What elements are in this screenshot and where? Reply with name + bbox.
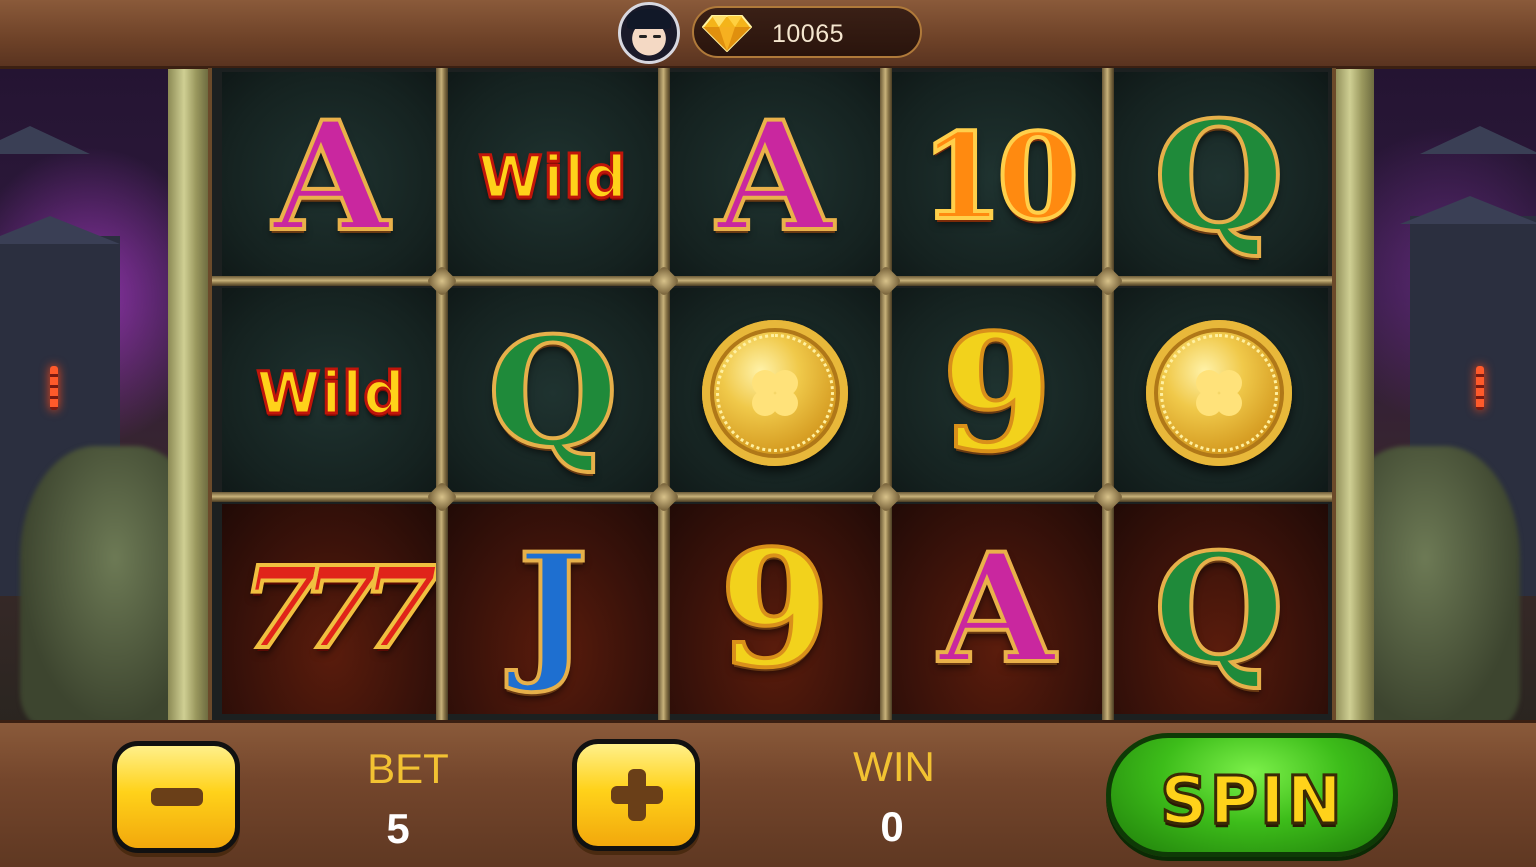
- plus-icon: [628, 769, 646, 821]
- reel-cell: Wild: [444, 72, 662, 282]
- spin-button[interactable]: SPIN: [1106, 733, 1398, 857]
- reel-cell: [666, 288, 884, 498]
- clover-icon: [752, 370, 798, 416]
- reel-cell: 777: [222, 504, 441, 714]
- symbol-10: 10: [919, 107, 1081, 246]
- gold-coin-icon: [1146, 320, 1292, 466]
- reel-cell: A: [888, 504, 1106, 714]
- symbol-wild: Wild: [255, 359, 406, 427]
- reel-cell: 9: [888, 288, 1106, 498]
- minus-icon: [151, 788, 203, 806]
- pagoda-roof-right: [1400, 196, 1536, 224]
- bet-value: 5: [386, 805, 410, 852]
- reel-cell: A: [222, 72, 440, 282]
- gold-coin-icon: [702, 320, 848, 466]
- top-bar: 10065: [0, 0, 1536, 69]
- diamond-icon: [702, 15, 752, 52]
- bamboo-divider: [212, 492, 1332, 502]
- reel-cell: 9: [666, 504, 884, 714]
- reel-cell: Q: [1110, 504, 1328, 714]
- symbol-a: A: [715, 89, 835, 265]
- balance-display: 10065: [692, 6, 922, 58]
- bamboo-divider: [1102, 68, 1114, 720]
- symbol-777: 777: [239, 543, 441, 674]
- bet-label: BET: [367, 745, 449, 792]
- symbol-9: 9: [717, 515, 832, 703]
- reel-cell: J: [444, 504, 662, 714]
- symbol-q: Q: [1152, 89, 1287, 265]
- decrease-bet-button[interactable]: [112, 741, 240, 853]
- symbol-q: Q: [1152, 521, 1287, 697]
- bottom-bar: BET 5 WIN 0 SPIN: [0, 720, 1536, 867]
- pagoda-roof-left: [0, 216, 120, 244]
- increase-bet-button[interactable]: [572, 739, 700, 851]
- symbol-a: A: [271, 89, 391, 265]
- reel-cell: 10: [888, 72, 1106, 282]
- avatar-eye: [653, 35, 661, 38]
- lantern-left: [50, 366, 58, 410]
- avatar-eye: [639, 35, 647, 38]
- lantern-right: [1476, 366, 1484, 410]
- pagoda-roof-left-upper: [0, 126, 90, 154]
- reel-cell: Wild: [222, 288, 440, 498]
- symbol-q: Q: [486, 305, 621, 481]
- bamboo-divider: [212, 276, 1332, 286]
- reel-cell: A: [666, 72, 884, 282]
- spin-label: SPIN: [1159, 761, 1344, 841]
- symbol-j: J: [516, 521, 591, 697]
- clover-icon: [1196, 370, 1242, 416]
- pillar-right: [1334, 66, 1374, 726]
- bamboo-divider: [436, 68, 448, 720]
- pagoda-roof-right-upper: [1420, 126, 1536, 154]
- reel-cell: Q: [1110, 72, 1328, 282]
- avatar-hair: [627, 9, 671, 29]
- balance-value: 10065: [772, 20, 845, 48]
- pillar-left: [168, 66, 208, 726]
- reel-cell: [1110, 288, 1328, 498]
- reel-cell: Q: [444, 288, 662, 498]
- reel-grid: A Wild A 10 Q Wild Q 9 777 J 9 A Q: [208, 68, 1336, 720]
- symbol-wild: Wild: [477, 143, 628, 211]
- symbol-a: A: [937, 521, 1057, 697]
- bamboo-divider: [658, 68, 670, 720]
- avatar[interactable]: [618, 2, 680, 64]
- symbol-9: 9: [939, 299, 1054, 487]
- win-value: 0: [880, 803, 904, 850]
- bamboo-divider: [880, 68, 892, 720]
- win-label: WIN: [853, 743, 935, 790]
